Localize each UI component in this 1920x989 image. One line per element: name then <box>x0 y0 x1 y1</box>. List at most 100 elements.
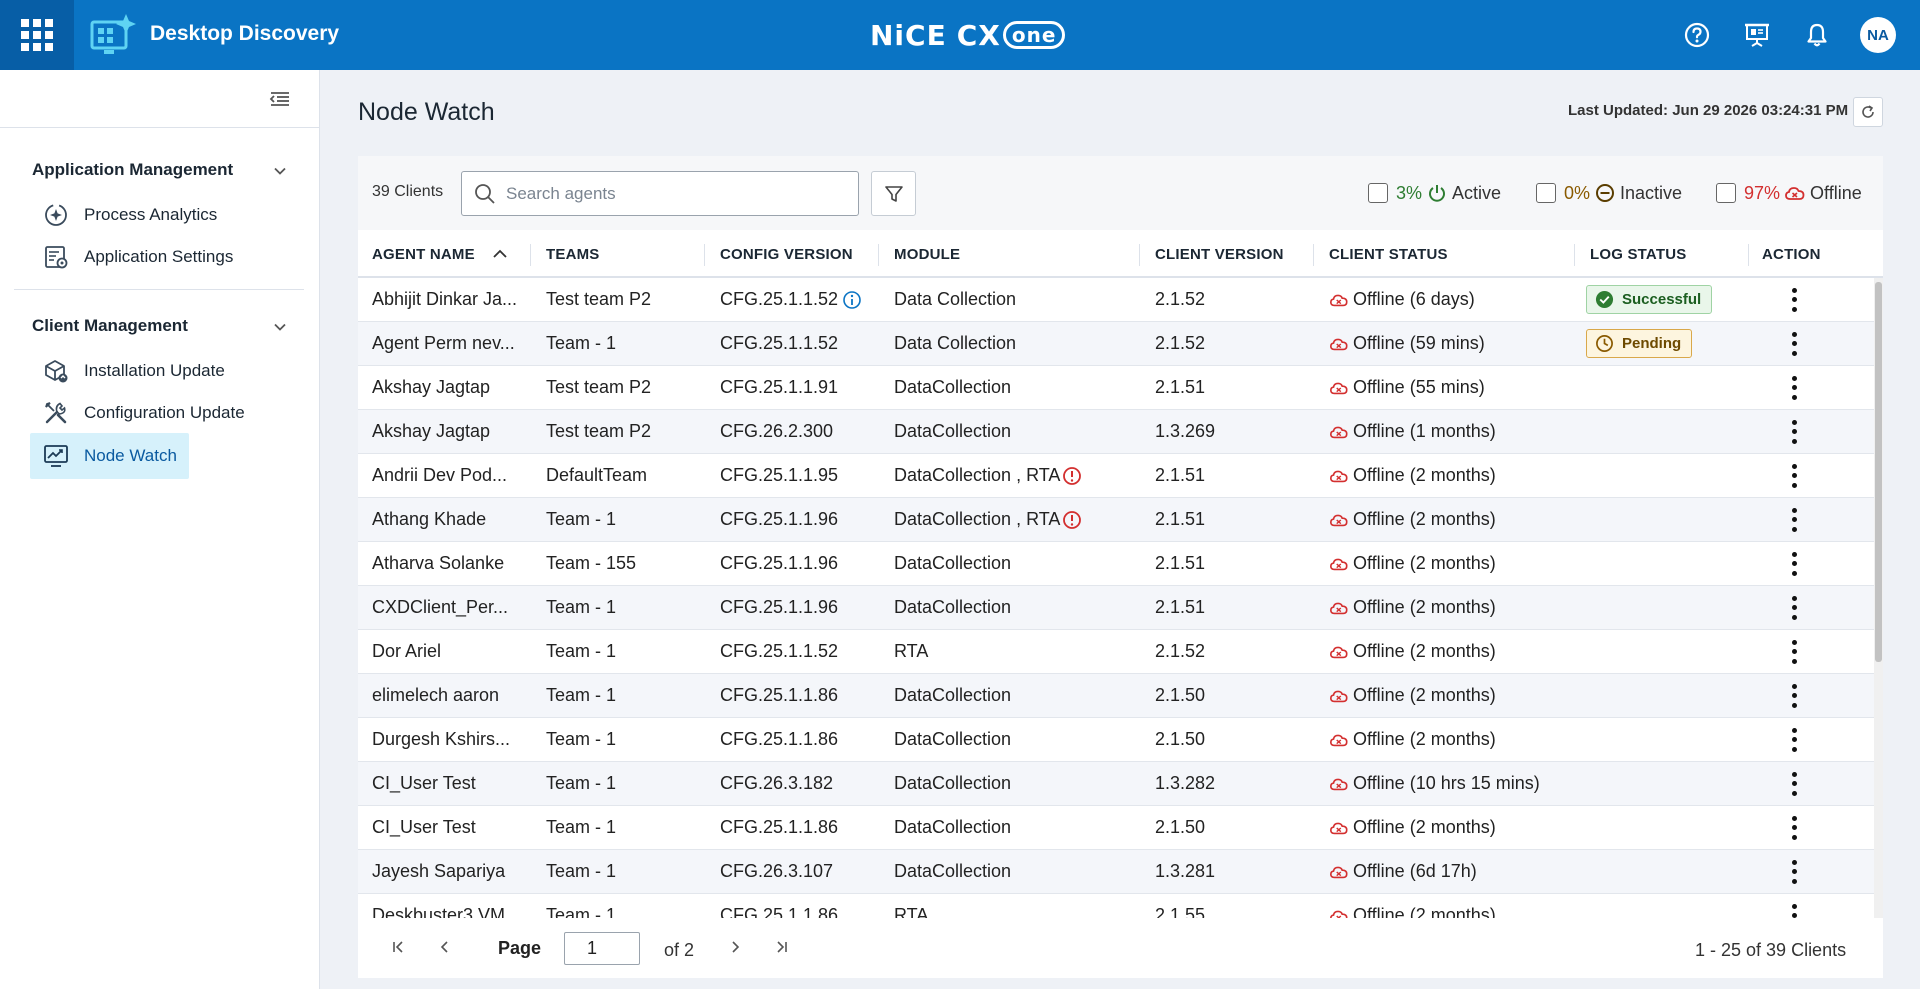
column-module[interactable]: MODULE <box>894 230 960 278</box>
column-log-status[interactable]: LOG STATUS <box>1590 230 1686 278</box>
sidebar-item-configuration-update[interactable]: Configuration Update <box>30 390 257 436</box>
cell-module: DataCollection <box>894 542 1144 585</box>
table-toolbar: 39 Clients 3% Active 0% <box>358 156 1883 230</box>
cell-team: Test team P2 <box>546 377 652 397</box>
sidebar-item-node-watch[interactable]: Node Watch <box>30 433 189 479</box>
client-status-text: Offline (6d 17h) <box>1353 861 1477 881</box>
last-updated-label: Last Updated: <box>1568 102 1669 119</box>
cell-team: DefaultTeam <box>546 465 648 485</box>
table-row[interactable]: Akshay Jagtap Test team P2 CFG.26.2.300 Dat… <box>358 410 1874 454</box>
column-client-version[interactable]: CLIENT VERSION <box>1155 230 1284 278</box>
client-status-text: Offline (2 months) <box>1353 817 1496 837</box>
sort-ascending-icon[interactable] <box>491 245 509 263</box>
section-application-management[interactable]: Application Management <box>32 160 233 180</box>
chevron-down-icon[interactable] <box>272 163 288 179</box>
table-row[interactable]: Atharva Solanke Team - 155 CFG.25.1.1.96 Da… <box>358 542 1874 586</box>
config-version-text: CFG.25.1.1.96 <box>720 553 839 573</box>
warning-icon[interactable] <box>1062 466 1082 486</box>
more-actions-icon[interactable] <box>1789 903 1799 918</box>
refresh-button[interactable] <box>1853 97 1883 127</box>
cell-config-version: CFG.25.1.1.86 <box>720 674 890 717</box>
cell-team: Team - 1 <box>546 773 617 793</box>
info-icon[interactable] <box>842 290 862 310</box>
more-actions-icon[interactable] <box>1789 331 1799 356</box>
active-label: Active <box>1452 182 1502 203</box>
table-row[interactable]: Athang Khade Team - 1 CFG.25.1.1.96 DataCol… <box>358 498 1874 542</box>
offline-checkbox[interactable] <box>1716 183 1736 203</box>
more-actions-icon[interactable] <box>1789 595 1799 620</box>
installation-update-icon <box>42 357 70 385</box>
more-actions-icon[interactable] <box>1789 859 1799 884</box>
search-box[interactable] <box>461 171 859 216</box>
sidebar-item-application-settings[interactable]: Application Settings <box>30 234 245 280</box>
column-client-status[interactable]: CLIENT STATUS <box>1329 230 1448 278</box>
search-input[interactable] <box>506 183 846 204</box>
table-row[interactable]: CI_User Test Team - 1 CFG.26.3.182 DataColl… <box>358 762 1874 806</box>
cell-team: Team - 1 <box>546 729 617 749</box>
column-teams[interactable]: TEAMS <box>546 230 600 278</box>
chevron-down-icon[interactable] <box>272 319 288 335</box>
app-launcher-button[interactable] <box>0 0 74 70</box>
cell-module: DataCollection <box>894 718 1144 761</box>
more-actions-icon[interactable] <box>1789 551 1799 576</box>
module-text: DataCollection , RTA <box>894 509 1061 529</box>
first-page-button[interactable] <box>386 934 412 960</box>
table-scrollbar-thumb[interactable] <box>1875 282 1882 662</box>
more-actions-icon[interactable] <box>1789 287 1799 312</box>
next-page-button[interactable] <box>722 934 748 960</box>
sidebar-item-process-analytics[interactable]: Process Analytics <box>30 192 229 238</box>
sidebar: Application Management Process Analytics… <box>0 70 320 989</box>
previous-page-button[interactable] <box>432 934 458 960</box>
inactive-checkbox[interactable] <box>1536 183 1556 203</box>
announcements-button[interactable] <box>1742 20 1772 50</box>
last-page-button[interactable] <box>768 934 794 960</box>
brand-nice: NiCE <box>870 18 947 52</box>
more-actions-icon[interactable] <box>1789 727 1799 752</box>
filter-button[interactable] <box>871 171 916 216</box>
cell-client-status: Offline (2 months) <box>1329 498 1579 541</box>
more-actions-icon[interactable] <box>1789 419 1799 444</box>
section-client-management[interactable]: Client Management <box>32 316 188 336</box>
column-config-version[interactable]: CONFIG VERSION <box>720 230 853 278</box>
cloud-offline-icon <box>1329 822 1348 834</box>
table-row[interactable]: Jayesh Sapariya Team - 1 CFG.26.3.107 DataC… <box>358 850 1874 894</box>
notifications-button[interactable] <box>1802 20 1832 50</box>
table-row[interactable]: CI_User Test Team - 1 CFG.25.1.1.86 DataCol… <box>358 806 1874 850</box>
cell-client-version: 1.3.281 <box>1155 861 1216 881</box>
table-row[interactable]: Dor Ariel Team - 1 CFG.25.1.1.52 RTA 2.1.52 O… <box>358 630 1874 674</box>
warning-icon[interactable] <box>1062 510 1082 530</box>
more-actions-icon[interactable] <box>1789 771 1799 796</box>
more-actions-icon[interactable] <box>1789 683 1799 708</box>
table-row[interactable]: Deskbuster3 VM Team - 1 CFG.25.1.1.86 RTA 2.… <box>358 894 1874 918</box>
more-actions-icon[interactable] <box>1789 815 1799 840</box>
more-actions-icon[interactable] <box>1789 463 1799 488</box>
help-button[interactable] <box>1682 20 1712 50</box>
collapse-sidebar-icon[interactable] <box>268 88 292 110</box>
table-row[interactable]: Agent Perm nev... Team - 1 CFG.25.1.1.52 Da… <box>358 322 1874 366</box>
more-actions-icon[interactable] <box>1789 639 1799 664</box>
column-agent-name[interactable]: AGENT NAME <box>372 230 509 278</box>
cell-config-version: CFG.25.1.1.52 <box>720 630 890 673</box>
cloud-offline-icon <box>1329 690 1348 702</box>
user-avatar[interactable]: NA <box>1860 17 1896 53</box>
bell-icon <box>1807 23 1827 47</box>
more-actions-icon[interactable] <box>1789 507 1799 532</box>
active-checkbox[interactable] <box>1368 183 1388 203</box>
table-row[interactable]: CXDClient_Per... Team - 1 CFG.25.1.1.96 Dat… <box>358 586 1874 630</box>
table-row[interactable]: Durgesh Kshirs... Team - 1 CFG.25.1.1.86 Da… <box>358 718 1874 762</box>
table-row[interactable]: Andrii Dev Pod... DefaultTeam CFG.25.1.1.9… <box>358 454 1874 498</box>
more-actions-icon[interactable] <box>1789 375 1799 400</box>
module-text: DataCollection <box>894 553 1012 573</box>
cell-action <box>1789 894 1819 918</box>
cell-agent-name: CI_User Test <box>372 817 476 837</box>
sidebar-item-installation-update[interactable]: Installation Update <box>30 348 237 394</box>
table-row[interactable]: elimelech aaron Team - 1 CFG.25.1.1.86 Data… <box>358 674 1874 718</box>
table-row[interactable]: Abhijit Dinkar Ja... Test team P2 CFG.25.1… <box>358 278 1874 322</box>
table-row[interactable]: Akshay Jagtap Test team P2 CFG.25.1.1.91 Da… <box>358 366 1874 410</box>
cell-log-status: Pending <box>1586 322 1746 365</box>
page-number-input[interactable] <box>564 932 640 965</box>
config-version-text: CFG.26.3.182 <box>720 773 834 793</box>
cell-team: Team - 1 <box>546 641 617 661</box>
status-filter-inactive: 0% Inactive <box>1536 182 1682 204</box>
last-updated-value: Jun 29 2026 03:24:31 PM <box>1672 102 1849 119</box>
